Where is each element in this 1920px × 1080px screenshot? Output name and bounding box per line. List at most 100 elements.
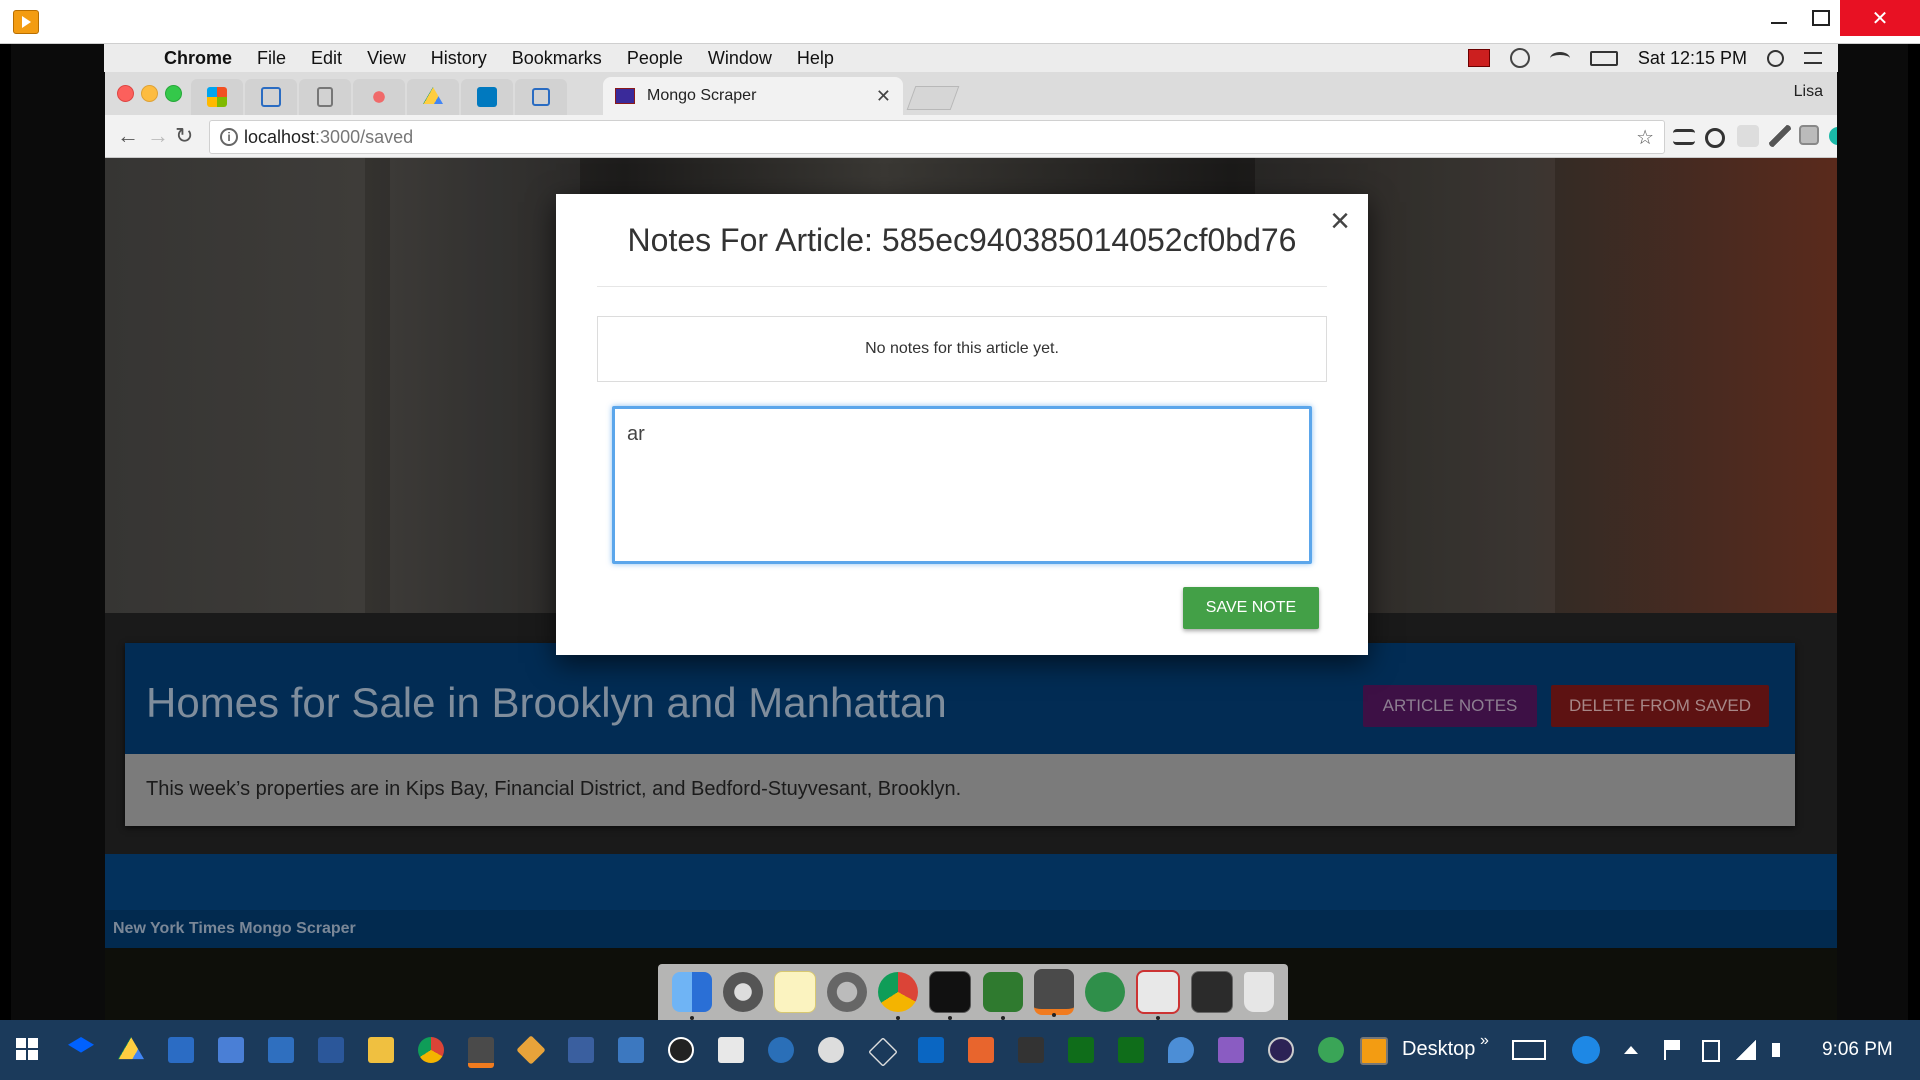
notification-center-icon[interactable] bbox=[1804, 52, 1822, 64]
system-preferences-icon[interactable] bbox=[827, 972, 868, 1012]
maximize-button[interactable] bbox=[1798, 0, 1844, 36]
article-notes-button[interactable]: ARTICLE NOTES bbox=[1363, 685, 1537, 727]
help-icon[interactable] bbox=[1572, 1036, 1600, 1064]
save-note-button[interactable]: SAVE NOTE bbox=[1183, 587, 1319, 629]
word-icon[interactable] bbox=[318, 1037, 344, 1063]
zoom-traffic-light[interactable] bbox=[165, 85, 182, 102]
drop-icon[interactable] bbox=[1168, 1037, 1194, 1063]
google-drive-icon[interactable] bbox=[118, 1037, 144, 1060]
pinned-tab-trello[interactable] bbox=[461, 79, 513, 115]
menu-window[interactable]: Window bbox=[708, 48, 772, 69]
slack-taskbar-icon[interactable] bbox=[718, 1037, 744, 1063]
close-tab-icon[interactable]: ✕ bbox=[876, 86, 891, 107]
checkmark-icon[interactable] bbox=[1509, 48, 1530, 68]
chrome-taskbar-icon[interactable] bbox=[418, 1037, 444, 1063]
trash-icon[interactable] bbox=[1244, 972, 1275, 1012]
profile-name[interactable]: Lisa bbox=[1794, 83, 1823, 101]
terminal-icon[interactable] bbox=[929, 971, 972, 1020]
menubar-clock[interactable]: Sat 12:15 PM bbox=[1638, 48, 1747, 69]
pinned-tab-doc[interactable] bbox=[299, 79, 351, 115]
eclipse-icon[interactable] bbox=[1268, 1037, 1294, 1063]
url-text[interactable]: localhost:3000/saved bbox=[244, 127, 413, 148]
calculator-icon[interactable] bbox=[168, 1037, 194, 1063]
desktop-toolbar-label[interactable]: Desktop bbox=[1402, 1038, 1475, 1061]
address-bar[interactable]: i localhost:3000/saved ☆ bbox=[209, 120, 1665, 154]
network-icon[interactable] bbox=[1736, 1040, 1756, 1060]
launchpad-icon[interactable] bbox=[722, 972, 763, 1012]
teal-extension-icon[interactable] bbox=[1829, 127, 1837, 145]
notes-app-icon[interactable] bbox=[773, 971, 816, 1013]
plus-app-icon[interactable] bbox=[968, 1037, 994, 1063]
back-arrow-icon[interactable]: ← bbox=[117, 123, 139, 149]
new-tab-button[interactable] bbox=[906, 86, 960, 110]
b-app-icon[interactable] bbox=[1018, 1037, 1044, 1063]
menu-people[interactable]: People bbox=[627, 48, 683, 69]
note-textarea[interactable] bbox=[612, 406, 1312, 564]
battery-icon[interactable] bbox=[1589, 50, 1618, 66]
close-traffic-light[interactable] bbox=[117, 85, 134, 102]
menu-bookmarks[interactable]: Bookmarks bbox=[512, 48, 602, 69]
windows-start-icon[interactable] bbox=[16, 1038, 38, 1060]
linkedin-icon[interactable] bbox=[918, 1037, 944, 1063]
pinned-tab-layout[interactable] bbox=[245, 79, 297, 115]
show-hidden-icons-icon[interactable] bbox=[1624, 1046, 1638, 1054]
buffer-extension-icon[interactable] bbox=[1673, 129, 1695, 145]
article-title[interactable]: Homes for Sale in Brooklyn and Manhattan bbox=[146, 679, 947, 727]
android-icon[interactable] bbox=[1118, 1037, 1144, 1063]
heroku-icon[interactable] bbox=[1218, 1037, 1244, 1063]
minimize-traffic-light[interactable] bbox=[141, 85, 158, 102]
photo-icon[interactable] bbox=[618, 1037, 644, 1063]
git-icon[interactable] bbox=[516, 1035, 546, 1065]
menu-help[interactable]: Help bbox=[797, 48, 834, 69]
sublime-text-icon[interactable] bbox=[1033, 969, 1074, 1017]
close-window-button[interactable]: ✕ bbox=[1840, 0, 1920, 36]
eyedropper-extension-icon[interactable] bbox=[1769, 125, 1791, 147]
keyboard-icon[interactable] bbox=[1512, 1040, 1546, 1060]
finder-icon[interactable] bbox=[671, 972, 712, 1020]
pinned-tab-windows[interactable] bbox=[191, 79, 243, 115]
menu-view[interactable]: View bbox=[367, 48, 406, 69]
bookmark-star-icon[interactable]: ☆ bbox=[1636, 125, 1654, 150]
site-info-icon[interactable]: i bbox=[220, 128, 238, 146]
evernote-extension-icon[interactable] bbox=[1705, 128, 1725, 148]
paint-icon[interactable] bbox=[818, 1037, 844, 1063]
menu-history[interactable]: History bbox=[431, 48, 487, 69]
toolbar-chevron-icon[interactable]: » bbox=[1480, 1032, 1489, 1050]
github-icon[interactable] bbox=[668, 1037, 694, 1063]
minimize-button[interactable] bbox=[1756, 0, 1802, 36]
slack-icon[interactable] bbox=[1135, 970, 1180, 1020]
recording-icon[interactable] bbox=[1467, 49, 1490, 67]
cloud-icon[interactable] bbox=[768, 1037, 794, 1063]
window-extension-icon[interactable] bbox=[1799, 125, 1819, 145]
vm-taskbar-icon[interactable] bbox=[1360, 1037, 1388, 1065]
green-app-icon[interactable] bbox=[1318, 1037, 1344, 1063]
pinned-tab-asana[interactable] bbox=[353, 79, 405, 115]
volume-icon[interactable] bbox=[1772, 1043, 1780, 1057]
docs-icon[interactable] bbox=[218, 1037, 244, 1063]
tab-mongo-scraper[interactable]: Mongo Scraper ✕ bbox=[603, 77, 903, 115]
spotlight-search-icon[interactable] bbox=[1767, 49, 1784, 67]
battery-tray-icon[interactable] bbox=[1702, 1040, 1720, 1062]
sourcetree-icon[interactable] bbox=[1084, 972, 1125, 1012]
mail-icon[interactable] bbox=[268, 1037, 294, 1063]
menu-file[interactable]: File bbox=[257, 48, 286, 69]
android-studio-icon[interactable] bbox=[1068, 1037, 1094, 1063]
flag-icon[interactable] bbox=[1664, 1040, 1680, 1060]
chrome-icon[interactable] bbox=[878, 972, 919, 1020]
menu-app-name[interactable]: Chrome bbox=[164, 48, 232, 69]
camtasia-icon[interactable] bbox=[982, 972, 1023, 1020]
pinned-tab-drive[interactable] bbox=[407, 79, 459, 115]
dropbox-icon[interactable] bbox=[68, 1037, 94, 1053]
file-explorer-icon[interactable] bbox=[368, 1037, 394, 1063]
sublime-taskbar-icon[interactable] bbox=[468, 1037, 494, 1068]
taskbar-clock[interactable]: 9:06 PM bbox=[1822, 1039, 1893, 1061]
grid-extension-icon[interactable] bbox=[1737, 125, 1759, 147]
vs-icon[interactable] bbox=[568, 1037, 594, 1063]
camtasia-recorder-icon[interactable] bbox=[1191, 971, 1234, 1013]
wifi-icon[interactable] bbox=[1549, 51, 1570, 65]
delete-from-saved-button[interactable]: DELETE FROM SAVED bbox=[1551, 685, 1769, 727]
codepen-icon[interactable] bbox=[868, 1037, 898, 1067]
reload-icon[interactable]: ↻ bbox=[175, 123, 193, 149]
pinned-tab-chart[interactable] bbox=[515, 79, 567, 115]
forward-arrow-icon[interactable]: → bbox=[147, 123, 169, 149]
